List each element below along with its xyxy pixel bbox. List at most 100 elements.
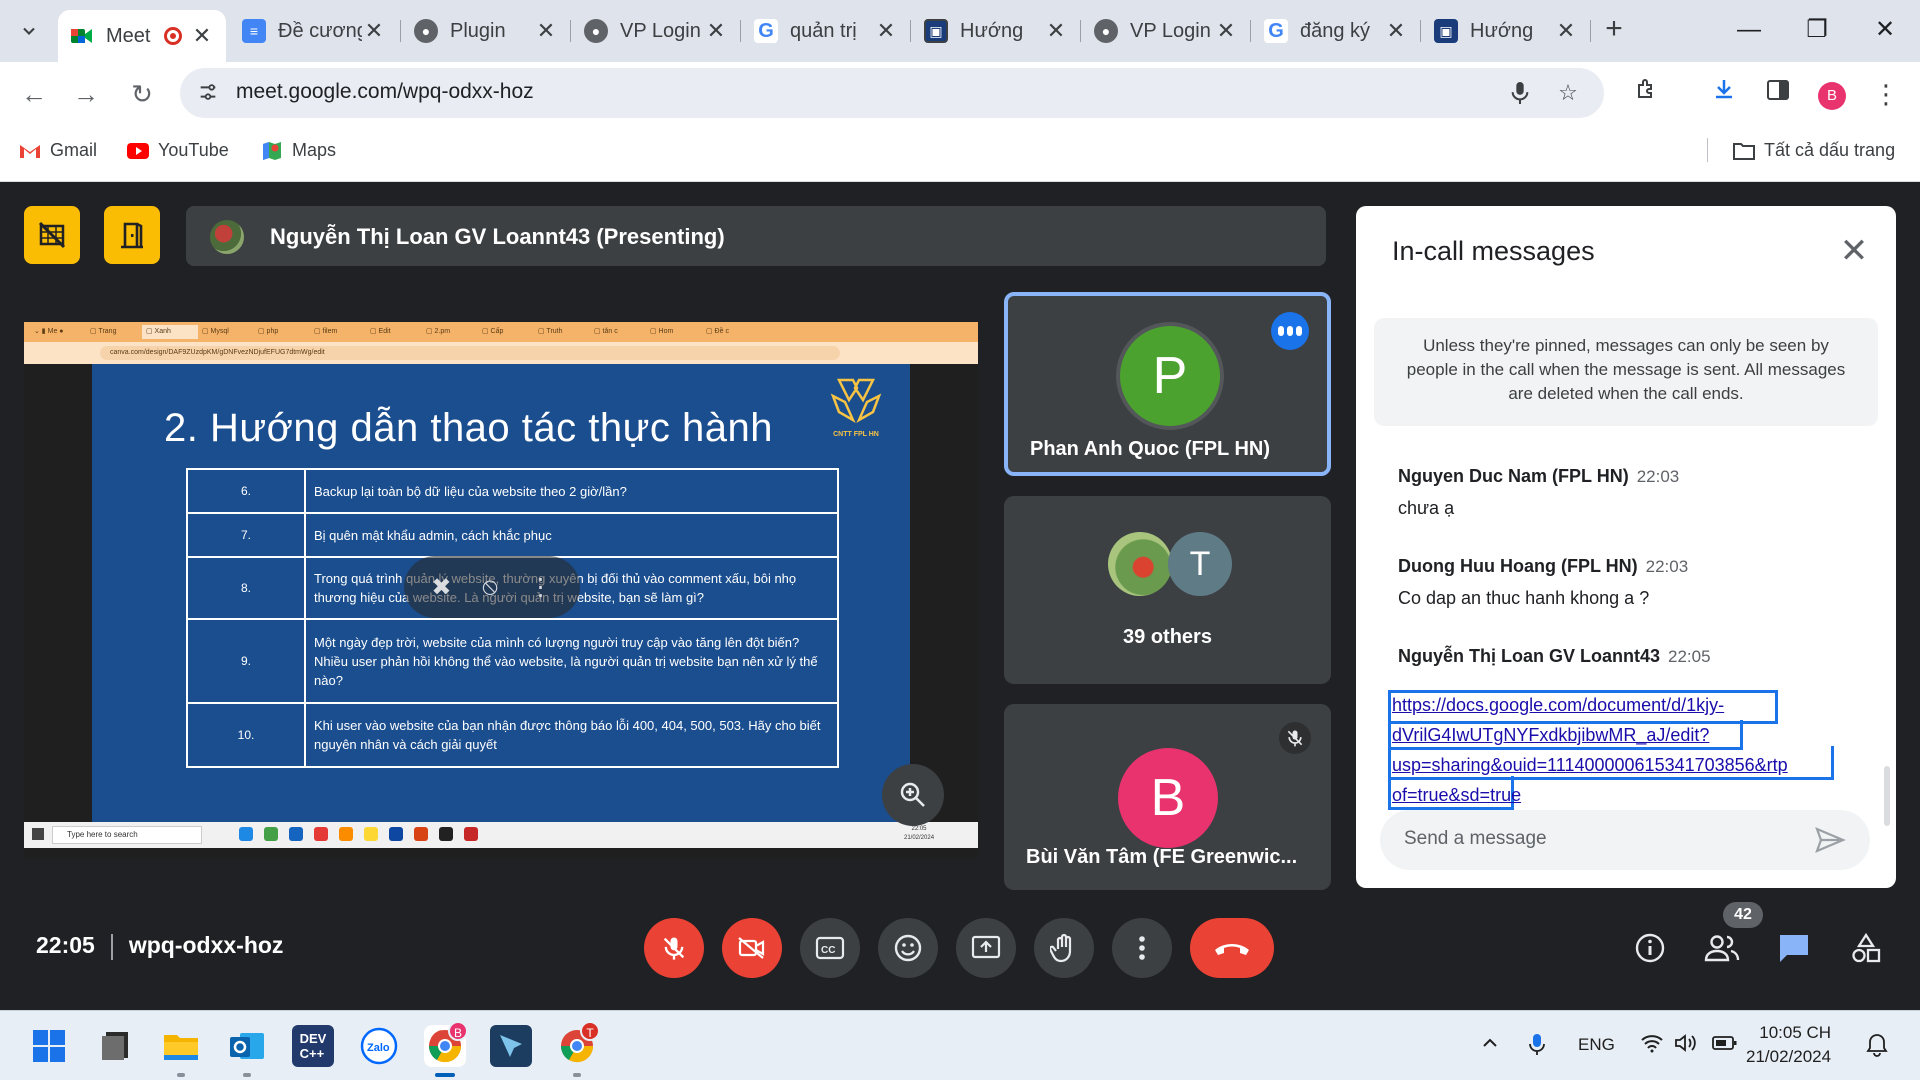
minimize-button[interactable]: — [1726, 12, 1772, 48]
participant-tile-others[interactable]: T 39 others [1004, 496, 1331, 684]
extensions-icon[interactable] [1628, 76, 1664, 112]
toggle-microphone-button[interactable] [644, 918, 704, 978]
windows-start-icon[interactable] [28, 1025, 70, 1067]
site-favicon: ▣ [1434, 19, 1458, 43]
people-button[interactable] [1700, 926, 1744, 970]
tab-quan-tri[interactable]: G quản trị ✕ [742, 10, 910, 52]
reactions-button[interactable] [878, 918, 938, 978]
zoom-in-icon [900, 782, 925, 807]
more-options-button[interactable] [1271, 312, 1309, 350]
close-icon[interactable]: ✕ [1554, 18, 1578, 44]
close-icon[interactable]: ✕ [704, 18, 728, 44]
send-message-box[interactable] [1380, 810, 1870, 870]
profile-avatar[interactable]: B [1818, 82, 1846, 110]
system-clock[interactable]: 10:05 CH 21/02/2024 [1746, 1021, 1831, 1069]
download-icon[interactable] [1706, 76, 1742, 112]
dev-cpp-icon[interactable]: DEV C++ [292, 1025, 334, 1067]
send-icon[interactable] [1814, 824, 1846, 856]
people-count-badge: 42 [1723, 902, 1763, 928]
close-icon[interactable]: ✕ [874, 18, 898, 44]
site-info-icon[interactable] [196, 81, 220, 105]
shared-taskbar: Type here to search 22:05 21/02/2024 [24, 822, 978, 848]
close-icon[interactable]: ✕ [362, 18, 386, 44]
tab-de-cuong[interactable]: ≡ Đề cương ✕ [230, 10, 398, 52]
new-tab-button[interactable]: + [1596, 12, 1632, 48]
host-controls-button[interactable] [24, 206, 80, 264]
chat-button[interactable] [1772, 926, 1816, 970]
tab-plugin[interactable]: ● Plugin ✕ [402, 10, 570, 52]
tab-search-button[interactable] [10, 12, 48, 50]
tab-vp-login-2[interactable]: ● VP Login ✕ [1082, 10, 1250, 52]
all-bookmarks[interactable]: Tất cả dấu trang [1732, 140, 1895, 161]
link-line[interactable]: of=true&sd=true [1392, 785, 1521, 805]
microphone-icon[interactable] [1528, 1033, 1546, 1062]
mute-audio-icon[interactable]: ⦸ [482, 573, 498, 601]
toggle-camera-button[interactable] [722, 918, 782, 978]
tab-huong-2[interactable]: ▣ Hướng ✕ [1422, 10, 1590, 52]
link-line[interactable]: https://docs.google.com/document/d/1kjy- [1392, 695, 1724, 715]
close-panel-button[interactable]: ✕ [1836, 234, 1872, 270]
companion-mode-button[interactable] [104, 206, 160, 264]
bookmark-label: YouTube [158, 140, 229, 160]
bookmark-maps[interactable]: Maps [260, 140, 336, 161]
table-row: 10. Khi user vào website của bạn nhận đư… [186, 702, 839, 768]
tab-vp-login[interactable]: ● VP Login ✕ [572, 10, 740, 52]
back-button[interactable]: ← [16, 76, 52, 112]
more-options-icon[interactable]: ⋮ [529, 573, 553, 602]
more-options-button[interactable] [1112, 918, 1172, 978]
message-text: Co dap an thuc hanh khong a ? [1398, 588, 1650, 608]
participant-tile-speaking[interactable]: P Phan Anh Quoc (FPL HN) [1004, 292, 1331, 476]
tab-huong[interactable]: ▣ Hướng ✕ [912, 10, 1080, 52]
participant-tile[interactable]: B Bùi Văn Tâm (FE Greenwic... [1004, 704, 1331, 890]
file-app-icon[interactable] [94, 1025, 136, 1067]
close-icon[interactable]: ✕ [534, 18, 558, 44]
menu-kebab-icon[interactable]: ⋮ [1868, 76, 1904, 112]
message-author: Nguyen Duc Nam (FPL HN) 22:03 [1398, 466, 1679, 487]
address-bar[interactable]: meet.google.com/wpq-odxx-hoz ☆ [180, 68, 1604, 118]
forward-button[interactable]: → [68, 76, 104, 112]
close-icon[interactable]: ✕ [1044, 18, 1068, 44]
activities-button[interactable] [1844, 926, 1888, 970]
close-icon[interactable]: ✕ [1214, 18, 1238, 44]
notification-icon[interactable] [1866, 1033, 1888, 1062]
captions-button[interactable]: CC [800, 918, 860, 978]
wifi-icon[interactable] [1640, 1033, 1664, 1058]
outlook-icon[interactable] [226, 1025, 268, 1067]
file-explorer-icon[interactable] [160, 1025, 202, 1067]
bookmark-star-icon[interactable]: ☆ [1554, 80, 1582, 108]
meeting-details-button[interactable] [1628, 926, 1672, 970]
language-indicator[interactable]: ENG [1578, 1035, 1615, 1055]
close-icon[interactable]: ✕ [190, 23, 214, 49]
side-panel-icon[interactable] [1760, 76, 1796, 112]
chevron-up-icon[interactable] [1480, 1033, 1500, 1058]
shared-doc-link[interactable]: https://docs.google.com/document/d/1kjy-… [1392, 690, 1832, 810]
close-window-button[interactable]: ✕ [1862, 12, 1908, 48]
tab-meet[interactable]: Meet ✕ [58, 10, 226, 62]
remote-app-icon[interactable] [490, 1025, 532, 1067]
tab-dang-ky[interactable]: G đăng ký ✕ [1252, 10, 1420, 52]
leave-call-button[interactable] [1190, 918, 1274, 978]
shared-screen[interactable]: ⌄ ▮ Me ● ▢ Trang ▢ Xanh ▢ Mysql ▢ php ▢ … [24, 322, 978, 858]
volume-icon[interactable] [1674, 1033, 1698, 1058]
shared-clock: 22:05 21/02/2024 [904, 825, 934, 843]
meeting-code[interactable]: wpq-odxx-hoz [129, 932, 284, 958]
presentation-overlay-controls[interactable]: ✖ ⦸ ⋮ [404, 556, 580, 618]
battery-icon[interactable] [1712, 1033, 1738, 1058]
raise-hand-button[interactable] [1034, 918, 1094, 978]
tab-label: quản trị [790, 19, 857, 42]
unpin-icon[interactable]: ✖ [431, 573, 451, 602]
chat-scrollbar[interactable] [1884, 766, 1890, 826]
close-icon[interactable]: ✕ [1384, 18, 1408, 44]
bookmark-youtube[interactable]: YouTube [126, 140, 229, 161]
present-screen-button[interactable] [956, 918, 1016, 978]
reload-button[interactable]: ↻ [124, 76, 160, 112]
bookmark-gmail[interactable]: Gmail [18, 140, 97, 161]
microphone-icon[interactable] [1506, 80, 1534, 108]
link-line[interactable]: dVrilG4IwUTgNYFxdkbjibwMR_aJ/edit? [1392, 725, 1709, 745]
link-line[interactable]: usp=sharing&ouid=111400000615341703856&r… [1392, 755, 1788, 775]
url-text[interactable]: meet.google.com/wpq-odxx-hoz [236, 80, 534, 104]
restore-button[interactable]: ❐ [1794, 12, 1840, 48]
zalo-icon[interactable]: Zalo [358, 1025, 400, 1067]
zoom-button[interactable] [882, 764, 944, 826]
message-input[interactable] [1404, 828, 1784, 850]
